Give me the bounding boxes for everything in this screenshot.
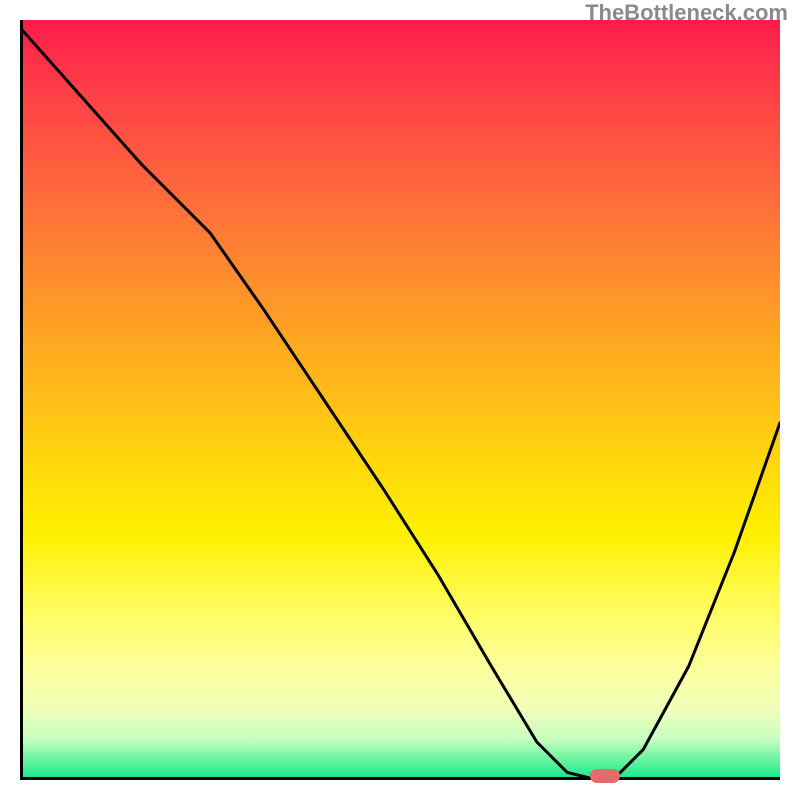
plot-area <box>20 20 780 780</box>
chart-container: TheBottleneck.com <box>0 0 800 800</box>
watermark: TheBottleneck.com <box>585 0 788 26</box>
optimal-marker <box>590 769 620 783</box>
